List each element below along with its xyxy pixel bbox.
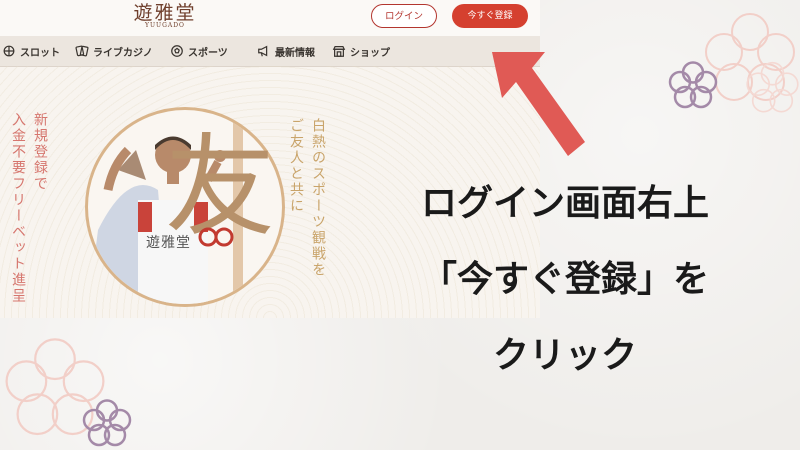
knot-ornament bbox=[198, 227, 234, 247]
site-header: 遊雅堂 YUUGADO ログイン 今すぐ登録 bbox=[0, 0, 540, 36]
plum-flower-right-small bbox=[746, 61, 799, 113]
logo-text: 遊雅堂 bbox=[133, 2, 197, 24]
nav-label: スポーツ bbox=[188, 47, 228, 59]
instruction-line3: クリック bbox=[492, 335, 637, 376]
nav-item-sports[interactable]: スポーツ bbox=[170, 36, 228, 66]
shop-icon bbox=[332, 46, 346, 57]
hero-left-line1: 新規登録で bbox=[32, 112, 48, 192]
megaphone-icon bbox=[258, 45, 268, 57]
site-logo[interactable]: 遊雅堂 YUUGADO bbox=[130, 2, 200, 29]
nav-label: スロット bbox=[20, 47, 60, 59]
main-nav: スロット ライブカジノ スポーツ 最新情報 ショップ bbox=[0, 36, 540, 67]
hero-left-line2: 入金不要フリーベット進呈 bbox=[10, 112, 26, 304]
nav-label: ライブカジノ bbox=[93, 47, 153, 59]
nav-item-slot[interactable]: スロット bbox=[2, 36, 60, 66]
hero-right-line1: 白熱のスポーツ観戦を bbox=[310, 118, 326, 278]
login-button[interactable]: ログイン bbox=[371, 4, 437, 28]
nav-item-shop[interactable]: ショップ bbox=[332, 36, 390, 66]
plum-flower-purple-right bbox=[668, 61, 718, 109]
register-now-button[interactable]: 今すぐ登録 bbox=[452, 4, 528, 28]
nav-item-live-casino[interactable]: ライブカジノ bbox=[75, 36, 153, 66]
nav-item-news[interactable]: 最新情報 bbox=[257, 36, 315, 66]
sports-ball-icon bbox=[171, 45, 183, 57]
hero-right-line2: ご友人と共に bbox=[288, 118, 304, 214]
slot-icon bbox=[3, 45, 15, 57]
nav-label: ショップ bbox=[350, 47, 390, 59]
pointer-arrow bbox=[492, 52, 585, 156]
plum-flower-purple-left bbox=[82, 399, 132, 447]
nav-label: 最新情報 bbox=[275, 47, 315, 59]
instruction-line1: ログイン画面右上 bbox=[420, 183, 709, 224]
live-casino-icon bbox=[75, 45, 89, 57]
instruction-line2: 「今すぐ登録」を bbox=[420, 259, 709, 300]
